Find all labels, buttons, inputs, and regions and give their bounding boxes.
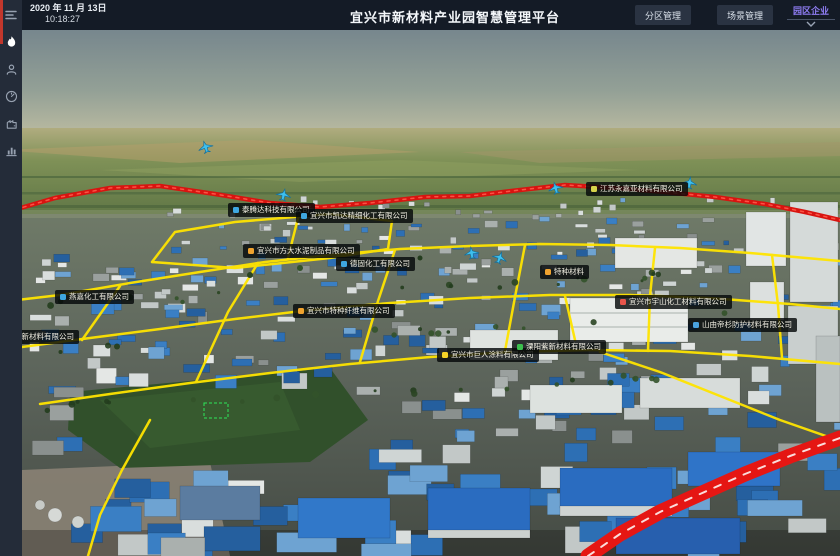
company-marker-icon <box>545 269 551 275</box>
sidebar-item-menu[interactable] <box>0 3 22 27</box>
company-marker-icon <box>620 299 626 305</box>
dropdown-label: 园区企业 <box>793 4 829 17</box>
company-label[interactable]: 江苏永嘉亚材料有限公司 <box>586 182 688 196</box>
gauge-icon <box>5 90 18 103</box>
datetime-display: 2020 年 11 月 13日 10:18:27 <box>30 3 107 25</box>
left-sidebar <box>0 0 22 556</box>
company-marker-icon <box>591 186 597 192</box>
top-bar: 2020 年 11 月 13日 10:18:27 宜兴市新材料产业园智慧管理平台… <box>22 0 840 30</box>
header-actions: 分区管理 场景管理 园区企业 <box>635 0 838 30</box>
sidebar-item-fire[interactable] <box>0 30 22 54</box>
sky <box>0 28 840 132</box>
zone-management-button[interactable]: 分区管理 <box>635 5 691 25</box>
company-label[interactable]: 山由帝杉防护材料有限公司 <box>688 318 797 332</box>
sidebar-item-gauge[interactable] <box>0 84 22 108</box>
sidebar-item-factory[interactable] <box>0 111 22 135</box>
company-label[interactable]: 特种材料 <box>540 265 589 279</box>
company-marker-icon <box>341 261 347 267</box>
sidebar-item-stats[interactable] <box>0 138 22 162</box>
company-label-text: 溧阳紫新材料有限公司 <box>526 343 601 351</box>
map-3d-view[interactable] <box>0 0 840 556</box>
sidebar-item-user[interactable] <box>0 57 22 81</box>
fire-icon <box>5 35 18 49</box>
time-text: 10:18:27 <box>45 14 107 25</box>
company-marker-icon <box>233 207 239 213</box>
company-label-text: 宜兴市特种纤维有限公司 <box>307 307 390 315</box>
company-marker-icon <box>60 294 66 300</box>
company-marker-icon <box>693 322 699 328</box>
smart-park-platform: 泰腾达科技有限公司宜兴市凯达精细化工有限公司宜兴市方大水泥制品有限公司德固化工有… <box>0 0 840 556</box>
company-label[interactable]: 燕嘉化工有限公司 <box>55 290 134 304</box>
company-marker-icon <box>248 248 254 254</box>
active-accent-bar <box>0 0 3 44</box>
menu-icon <box>4 8 18 22</box>
chevron-down-icon <box>805 21 817 27</box>
company-marker-icon <box>301 213 307 219</box>
company-label[interactable]: 宜兴市宇山化工材料有限公司 <box>615 295 732 309</box>
company-label-text: 燕嘉化工有限公司 <box>69 293 129 301</box>
company-label[interactable]: 宜兴市方大水泥制品有限公司 <box>243 244 360 258</box>
company-label-text: 宜兴市宇山化工材料有限公司 <box>629 298 727 306</box>
company-label-text: 宜兴市方大水泥制品有限公司 <box>257 247 355 255</box>
company-label-text: 德固化工有限公司 <box>350 260 410 268</box>
scene-management-button[interactable]: 场景管理 <box>717 5 773 25</box>
park-enterprise-dropdown[interactable]: 园区企业 <box>787 4 835 27</box>
company-label-text: 山由帝杉防护材料有限公司 <box>702 321 792 329</box>
company-label[interactable]: 德固化工有限公司 <box>336 257 415 271</box>
user-icon <box>5 63 18 76</box>
company-label-text: 宜兴市凯达精细化工有限公司 <box>310 212 408 220</box>
company-label[interactable]: 宜兴市凯达精细化工有限公司 <box>296 209 413 223</box>
company-label[interactable]: 宜兴市特种纤维有限公司 <box>293 304 395 318</box>
dropdown-divider <box>787 19 835 20</box>
company-label[interactable]: 溧阳紫新材料有限公司 <box>512 340 606 354</box>
factory-icon <box>5 117 18 130</box>
company-label-text: 特种材料 <box>554 268 584 276</box>
page-title: 宜兴市新材料产业园智慧管理平台 <box>350 7 560 26</box>
company-label-text: 江苏永嘉亚材料有限公司 <box>600 185 683 193</box>
company-marker-icon <box>298 308 304 314</box>
company-marker-icon <box>442 352 448 358</box>
bar-chart-icon <box>5 144 18 157</box>
date-text: 2020 年 11 月 13日 <box>30 3 107 14</box>
company-marker-icon <box>517 344 523 350</box>
